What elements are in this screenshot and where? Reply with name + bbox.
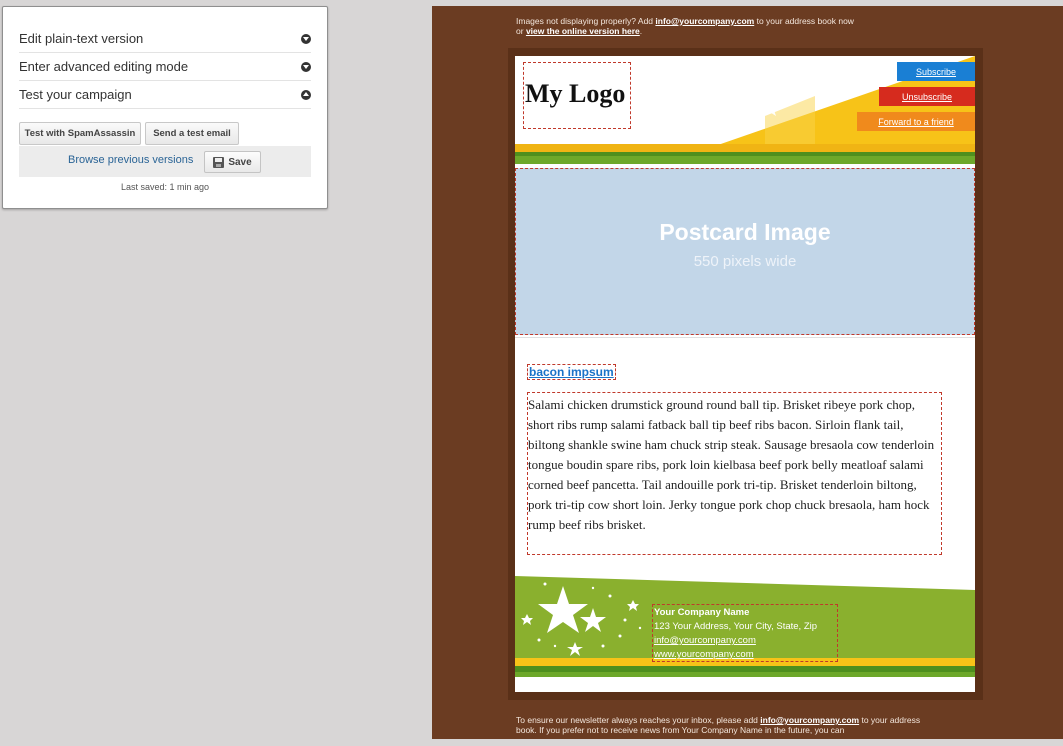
post-footer-note: To ensure our newsletter always reaches … <box>516 715 926 735</box>
chevron-up-icon <box>301 89 311 100</box>
pre-header-note: Images not displaying properly? Add info… <box>516 16 854 36</box>
email-preview: Images not displaying properly? Add info… <box>432 6 1063 739</box>
content-heading[interactable]: bacon impsum <box>527 364 616 380</box>
edit-plain-text-label: Edit plain-text version <box>19 31 144 46</box>
save-button-label: Save <box>228 156 252 168</box>
company-name: Your Company Name <box>654 607 750 618</box>
chevron-down-icon <box>301 61 311 72</box>
pre-note-or: or <box>516 26 524 36</box>
divider <box>515 337 975 338</box>
unsubscribe-link[interactable]: Unsubscribe <box>879 87 975 106</box>
save-button[interactable]: Save <box>204 151 261 173</box>
logo-placeholder[interactable]: My Logo <box>523 62 631 129</box>
advanced-editing-row[interactable]: Enter advanced editing mode <box>19 53 311 81</box>
send-test-email-button[interactable]: Send a test email <box>145 122 239 145</box>
company-email-link[interactable]: info@yourcompany.com <box>654 634 837 648</box>
email-footer: Your Company Name 123 Your Address, Your… <box>515 576 975 692</box>
postcard-title: Postcard Image <box>659 219 831 245</box>
pre-note-email-link[interactable]: info@yourcompany.com <box>655 16 754 26</box>
pre-note-text: Images not displaying properly? Add <box>516 16 654 26</box>
content-body-text[interactable]: Salami chicken drumstick ground round ba… <box>527 392 942 555</box>
versions-bar: Browse previous versions Save <box>19 146 311 177</box>
postcard-image-placeholder[interactable]: Postcard Image 550 pixels wide <box>515 168 975 335</box>
email-header: My Logo Subscribe Unsubscribe Forward to… <box>515 56 975 166</box>
company-site-link[interactable]: www.yourcompany.com <box>654 648 837 662</box>
email-frame: My Logo Subscribe Unsubscribe Forward to… <box>508 48 983 700</box>
postcard-subtitle: 550 pixels wide <box>693 253 797 270</box>
edit-plain-text-row[interactable]: Edit plain-text version <box>19 25 311 53</box>
last-saved-status: Last saved: 1 min ago <box>120 182 210 192</box>
chevron-down-icon <box>301 33 311 44</box>
view-online-link[interactable]: view the online version here <box>526 26 640 36</box>
company-address-block[interactable]: Your Company Name 123 Your Address, Your… <box>652 604 838 662</box>
advanced-editing-label: Enter advanced editing mode <box>19 59 189 74</box>
browse-versions-link[interactable]: Browse previous versions <box>68 154 193 166</box>
pre-note-mid: to your address book now <box>756 16 854 26</box>
email-body: My Logo Subscribe Unsubscribe Forward to… <box>515 56 975 692</box>
forward-friend-link[interactable]: Forward to a friend <box>857 112 975 131</box>
subscribe-link[interactable]: Subscribe <box>897 62 975 81</box>
company-address: 123 Your Address, Your City, State, Zip <box>654 621 818 632</box>
test-campaign-label: Test your campaign <box>19 87 132 102</box>
test-spamassassin-button[interactable]: Test with SpamAssassin <box>19 122 141 145</box>
post-note-email-link[interactable]: info@yourcompany.com <box>760 715 859 725</box>
test-campaign-row[interactable]: Test your campaign <box>19 81 311 109</box>
logo-text: My Logo <box>525 79 626 108</box>
post-note-a: To ensure our newsletter always reaches … <box>516 715 758 725</box>
campaign-panel: Edit plain-text version Enter advanced e… <box>2 6 328 209</box>
save-disk-icon <box>213 156 225 168</box>
